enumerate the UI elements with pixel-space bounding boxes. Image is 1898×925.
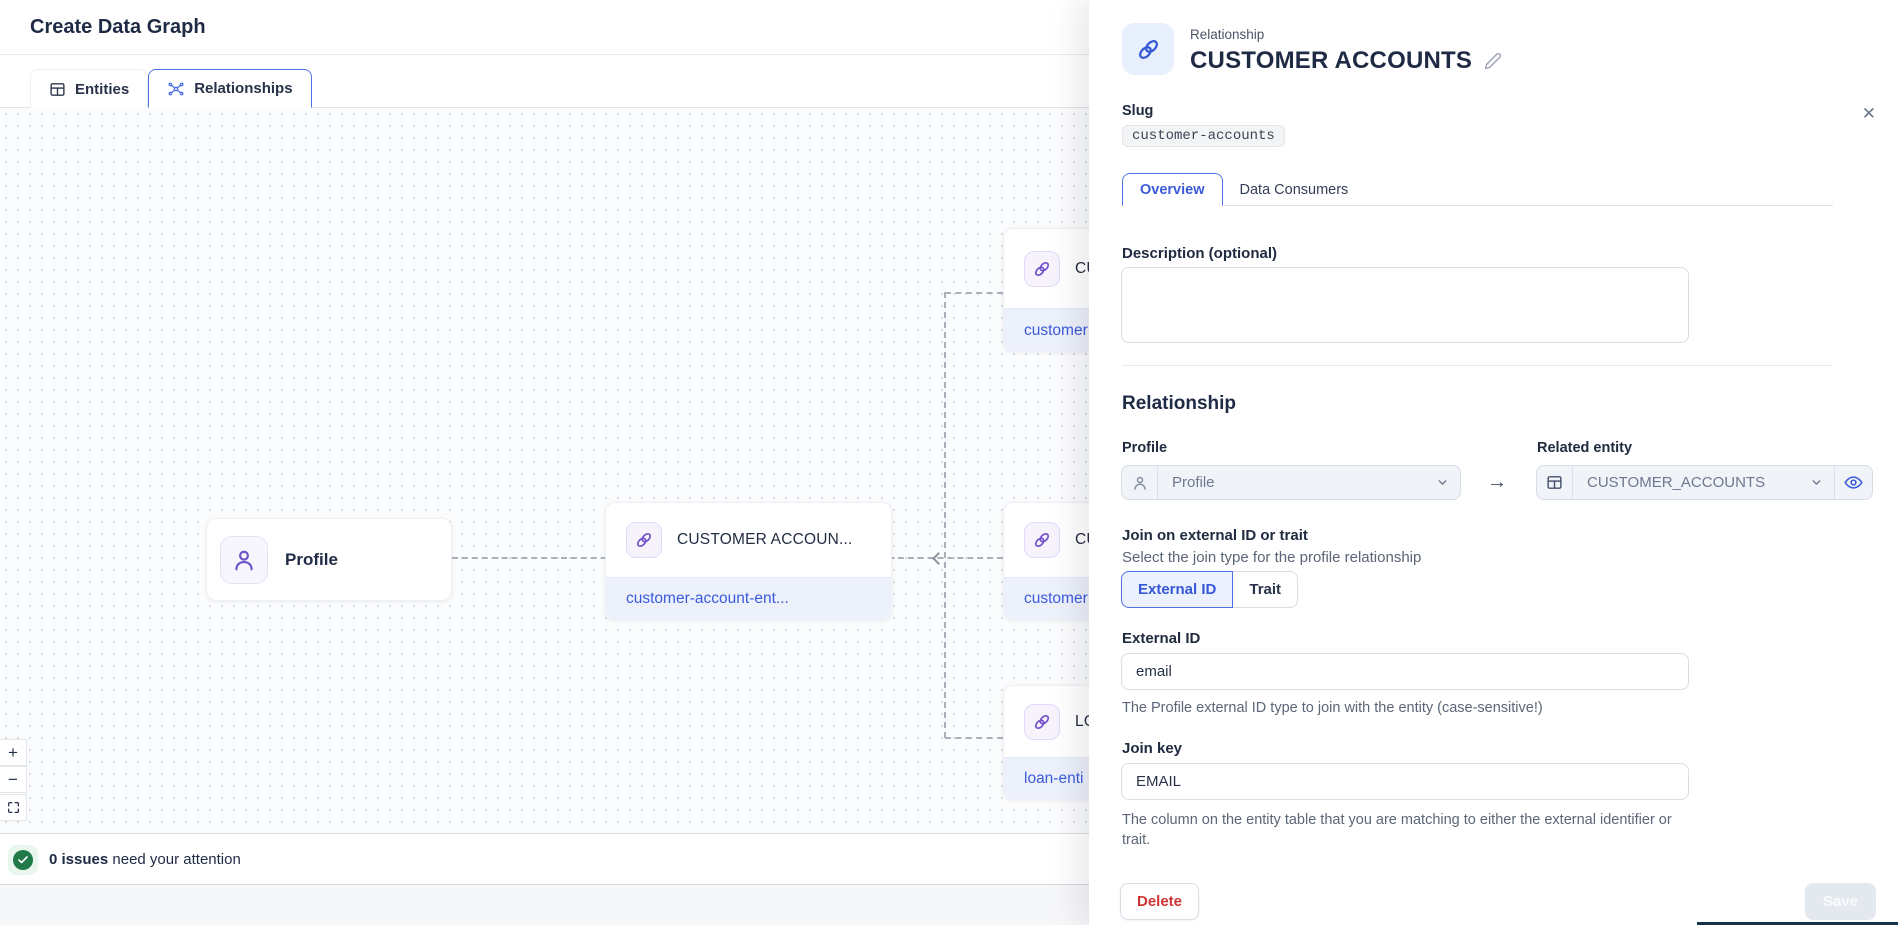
node-profile-label: Profile [285, 550, 338, 570]
join-type-label: Join on external ID or trait [1122, 527, 1308, 544]
tab-entities[interactable]: Entities [30, 69, 148, 108]
person-icon [220, 536, 268, 584]
check-circle-icon [13, 850, 33, 870]
save-button[interactable]: Save [1805, 883, 1876, 920]
external-id-toggle[interactable]: External ID [1121, 571, 1233, 608]
mapping-arrow: → [1487, 471, 1507, 494]
tab-relationships-label: Relationships [194, 80, 292, 97]
related-entity-select[interactable]: CUSTOMER_ACCOUNTS [1536, 465, 1873, 500]
link-icon [1024, 522, 1060, 558]
person-icon [1122, 466, 1158, 499]
description-textarea[interactable] [1121, 267, 1689, 343]
profile-select-label: Profile [1122, 440, 1167, 456]
edge-loan-stub [945, 737, 1003, 739]
table-icon [1537, 466, 1573, 499]
page-title: Create Data Graph [30, 0, 206, 55]
trait-toggle[interactable]: Trait [1233, 571, 1298, 608]
link-icon [626, 522, 662, 558]
chevron-down-icon [1425, 476, 1460, 489]
node-customer-accounts[interactable]: CUSTOMER ACCOUN... customer-account-ent.… [605, 502, 892, 620]
slug-value: customer-accounts [1122, 125, 1285, 147]
tab-data-consumers-label: Data Consumers [1240, 182, 1349, 198]
fullscreen-icon [7, 801, 20, 814]
panel-tabs: Overview Data Consumers [1122, 172, 1833, 206]
node-title: CUSTOMER ACCOUN... [677, 531, 853, 549]
pencil-icon [1484, 52, 1502, 70]
edge-top-stub [945, 292, 1003, 294]
link-icon [1024, 251, 1060, 287]
external-id-label: External ID [1122, 630, 1200, 647]
node-entity-link[interactable]: customer [1024, 322, 1088, 340]
tab-data-consumers[interactable]: Data Consumers [1223, 173, 1366, 206]
profile-select-value: Profile [1158, 474, 1425, 491]
plus-icon: + [8, 743, 18, 763]
node-entity-link[interactable]: customer-account-ent... [626, 590, 789, 608]
edit-title-button[interactable] [1484, 52, 1502, 70]
close-panel-button[interactable]: ✕ [1862, 104, 1876, 124]
join-type-help: Select the join type for the profile rel… [1122, 549, 1421, 566]
table-icon [49, 81, 66, 98]
external-id-input[interactable] [1121, 653, 1689, 690]
eye-icon [1844, 473, 1863, 492]
node-profile[interactable]: Profile [206, 518, 452, 601]
delete-button[interactable]: Delete [1120, 883, 1199, 920]
join-key-help: The column on the entity table that you … [1122, 810, 1690, 850]
trait-toggle-label: Trait [1249, 581, 1281, 598]
node-entity-link[interactable]: loan-enti [1024, 770, 1083, 788]
network-icon [167, 80, 185, 98]
close-icon: ✕ [1862, 104, 1876, 123]
issues-status-text: 0 issues need your attention [49, 834, 241, 886]
profile-select[interactable]: Profile [1121, 465, 1461, 500]
tab-entities-label: Entities [75, 81, 129, 98]
issues-count: 0 issues [49, 851, 108, 868]
tab-overview-label: Overview [1140, 182, 1205, 198]
tab-overview[interactable]: Overview [1122, 173, 1223, 206]
relationship-detail-panel: Relationship CUSTOMER ACCOUNTS ✕ Slug cu… [1089, 0, 1898, 925]
divider [1122, 365, 1833, 366]
external-id-help: The Profile external ID type to join wit… [1122, 700, 1543, 716]
join-key-label: Join key [1122, 740, 1182, 757]
description-label: Description (optional) [1122, 245, 1277, 262]
tab-relationships[interactable]: Relationships [148, 69, 311, 108]
zoom-in-button[interactable]: + [0, 739, 27, 766]
join-key-input[interactable] [1121, 763, 1689, 800]
preview-entity-button[interactable] [1834, 466, 1872, 499]
edge-trunk [944, 292, 946, 738]
issues-badge [8, 845, 38, 875]
relationship-link-icon [1122, 23, 1174, 75]
node-entity-link[interactable]: customer [1024, 590, 1088, 608]
fit-view-button[interactable] [0, 794, 27, 821]
panel-kicker: Relationship [1190, 27, 1264, 42]
minus-icon: − [8, 770, 18, 790]
chevron-down-icon [1799, 476, 1834, 489]
issues-message: need your attention [108, 851, 241, 868]
zoom-out-button[interactable]: − [0, 766, 27, 793]
link-icon [1024, 704, 1060, 740]
related-entity-value: CUSTOMER_ACCOUNTS [1573, 474, 1799, 491]
join-type-toggle: External ID Trait [1121, 571, 1298, 608]
panel-title: CUSTOMER ACCOUNTS [1190, 47, 1472, 75]
slug-label: Slug [1122, 103, 1153, 119]
edge-arrowhead [932, 552, 945, 565]
related-entity-label: Related entity [1537, 440, 1632, 456]
relationship-section-heading: Relationship [1122, 393, 1236, 415]
external-id-toggle-label: External ID [1138, 581, 1216, 598]
